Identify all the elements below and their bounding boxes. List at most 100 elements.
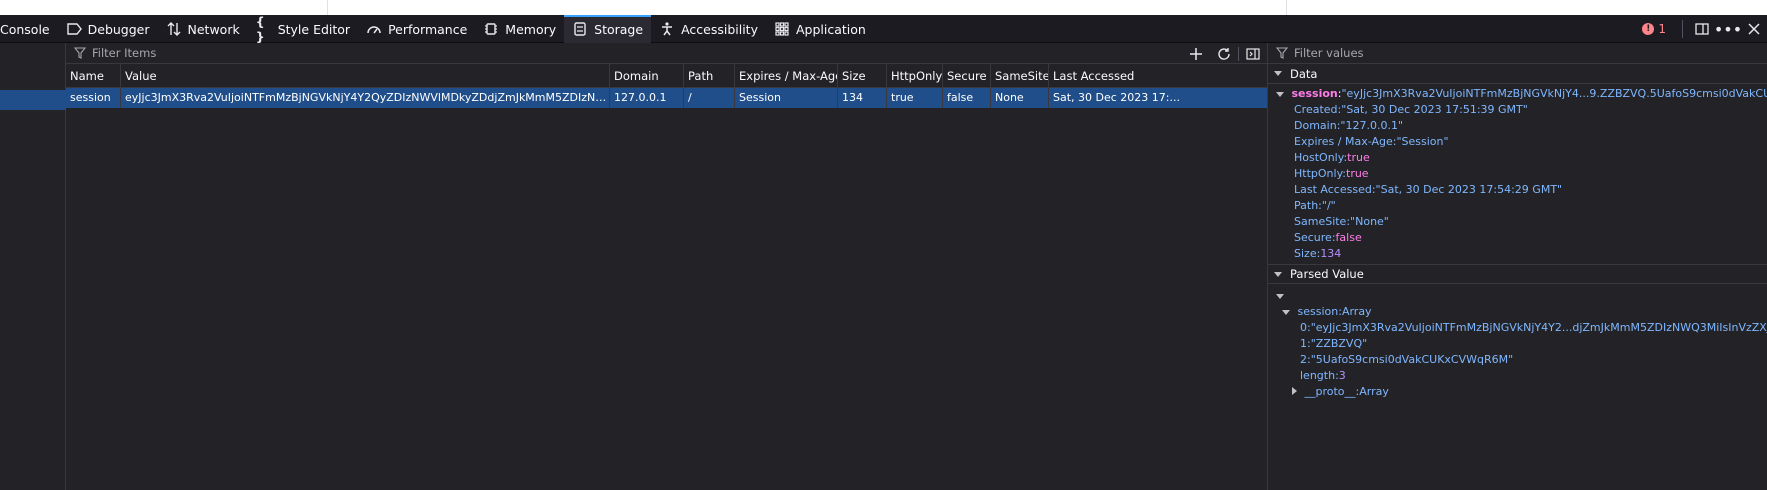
chevron-down-icon: [1276, 294, 1284, 299]
proto-value: Array: [1359, 385, 1389, 398]
item-key: length: [1300, 369, 1336, 382]
error-count: 1: [1658, 22, 1666, 36]
tree-field[interactable]: HttpOnly:true: [1268, 166, 1767, 182]
filter-icon: [74, 47, 88, 59]
item-value: "ZZBZVQ": [1310, 337, 1368, 350]
column-header-last-accessed[interactable]: Last Accessed: [1049, 64, 1267, 88]
parsed-root-node[interactable]: [1268, 288, 1767, 304]
refresh-icon[interactable]: [1210, 43, 1238, 64]
tab-label: Performance: [388, 21, 468, 37]
column-header-name[interactable]: Name: [66, 64, 121, 88]
cell-last-accessed: Sat, 30 Dec 2023 17:...: [1053, 91, 1180, 104]
parsed-value-section-header[interactable]: Parsed Value: [1268, 264, 1767, 284]
tab-console[interactable]: Console: [0, 15, 58, 43]
values-filter-bar: Filter values: [1268, 43, 1767, 64]
cell-size: 134: [838, 88, 887, 108]
field-value: "Session": [1396, 135, 1449, 148]
field-key: Expires / Max-Age: [1294, 135, 1393, 148]
table-actions: [1182, 43, 1267, 64]
tab-memory[interactable]: Memory: [475, 15, 564, 43]
proto-key: __proto__: [1304, 385, 1356, 398]
parsed-value-section-title: Parsed Value: [1290, 267, 1364, 281]
tab-network[interactable]: Network: [158, 15, 248, 43]
item-value: 3: [1338, 369, 1346, 382]
tab-debugger[interactable]: Debugger: [58, 15, 158, 43]
tree-field[interactable]: Secure:false: [1268, 230, 1767, 246]
filter-items-input[interactable]: Filter Items: [92, 46, 156, 60]
cell-name: session: [66, 88, 121, 108]
tab-application[interactable]: Application: [766, 15, 874, 43]
tree-field[interactable]: Expires / Max-Age:"Session": [1268, 134, 1767, 150]
array-item[interactable]: 1:"ZZBZVQ": [1268, 336, 1767, 352]
data-section-title: Data: [1290, 66, 1318, 81]
item-key: 1: [1300, 337, 1307, 350]
array-item[interactable]: length:3: [1268, 368, 1767, 384]
toolbar-right-controls: ! 1 •••: [1632, 15, 1767, 43]
column-header-path[interactable]: Path: [684, 64, 735, 88]
tree-field[interactable]: Size:134: [1268, 246, 1767, 262]
data-tree: session:"eyJjc3JmX3Rva2VuIjoiNTFmMzBjNGV…: [1268, 84, 1767, 262]
table-filter-bar: Filter Items: [66, 43, 1267, 64]
toggle-sidebar-icon[interactable]: [1239, 43, 1267, 64]
column-header-expires[interactable]: Expires / Max-Age: [735, 64, 838, 88]
chevron-down-icon: [1282, 310, 1290, 315]
array-item[interactable]: 0:"eyJjc3JmX3Rva2VuIjoiNTFmMzBjNGVkNjY4Y…: [1268, 320, 1767, 336]
field-key: Created: [1294, 103, 1338, 116]
column-header-samesite[interactable]: SameSite: [991, 64, 1049, 88]
storage-tree-sidebar: [0, 43, 66, 490]
add-item-icon[interactable]: [1182, 43, 1210, 64]
table-row[interactable]: session eyJjc3JmX3Rva2VuIjoiNTFmMzBjNGVk…: [66, 88, 1267, 108]
close-icon[interactable]: [1741, 15, 1767, 43]
debugger-icon: [66, 21, 82, 37]
tree-node-session-array[interactable]: session:Array: [1268, 304, 1767, 320]
details-sidebar: Filter values Data session:"eyJjc3JmX3Rv…: [1267, 43, 1767, 490]
column-header-domain[interactable]: Domain: [610, 64, 684, 88]
tab-storage[interactable]: Storage: [564, 15, 652, 43]
field-value: "/": [1321, 199, 1336, 212]
tree-field[interactable]: Created:"Sat, 30 Dec 2023 17:51:39 GMT": [1268, 102, 1767, 118]
field-value: true: [1346, 167, 1369, 180]
field-key: SameSite: [1294, 215, 1347, 228]
item-value: "5UafoS9cmsi0dVakCUKxCVWqR6M": [1310, 353, 1514, 366]
column-header-secure[interactable]: Secure: [943, 64, 991, 88]
tab-label: Debugger: [87, 21, 150, 37]
tree-field[interactable]: Last Accessed:"Sat, 30 Dec 2023 17:54:29…: [1268, 182, 1767, 198]
more-options-icon[interactable]: •••: [1714, 15, 1742, 43]
tree-key: session: [1291, 87, 1338, 100]
tree-field[interactable]: HostOnly:true: [1268, 150, 1767, 166]
tab-style-editor[interactable]: { } Style Editor: [248, 14, 358, 44]
tree-field[interactable]: SameSite:"None": [1268, 214, 1767, 230]
column-header-httponly[interactable]: HttpOnly: [887, 64, 943, 88]
field-key: Last Accessed: [1294, 183, 1372, 196]
tree-field[interactable]: Path:"/": [1268, 198, 1767, 214]
accessibility-icon: [659, 21, 675, 37]
column-header-value[interactable]: Value: [121, 64, 610, 88]
cell-value: eyJjc3JmX3Rva2VuIjoiNTFmMzBjNGVkNjY4Y2Qy…: [121, 88, 610, 108]
tab-label: Network: [187, 21, 240, 37]
filter-values-input[interactable]: Filter values: [1294, 46, 1364, 60]
storage-tree-selected-item[interactable]: [0, 90, 66, 110]
tab-label: Storage: [594, 21, 644, 37]
chevron-down-icon: [1274, 71, 1282, 76]
array-item[interactable]: 2:"5UafoS9cmsi0dVakCUKxCVWqR6M": [1268, 352, 1767, 368]
proto-node[interactable]: __proto__:Array: [1268, 384, 1767, 400]
performance-icon: [366, 21, 382, 37]
column-header-size[interactable]: Size: [838, 64, 887, 88]
chevron-down-icon: [1276, 92, 1284, 97]
field-value: "Sat, 30 Dec 2023 17:51:39 GMT": [1341, 103, 1528, 116]
dock-toggle-icon[interactable]: [1689, 15, 1715, 43]
tab-performance[interactable]: Performance: [358, 15, 475, 43]
data-section-header[interactable]: Data: [1268, 64, 1767, 84]
tab-accessibility[interactable]: Accessibility: [651, 15, 766, 43]
field-key: HostOnly: [1294, 151, 1344, 164]
tree-node-session[interactable]: session:"eyJjc3JmX3Rva2VuIjoiNTFmMzBjNGV…: [1268, 86, 1767, 102]
item-key: 2: [1300, 353, 1307, 366]
page-content-area: [327, 0, 1287, 15]
error-count-badge[interactable]: ! 1: [1632, 22, 1676, 36]
tab-label: Style Editor: [277, 21, 351, 37]
tab-label: Console: [0, 21, 50, 37]
tree-field[interactable]: Domain:"127.0.0.1": [1268, 118, 1767, 134]
parsed-tree: session:Array 0:"eyJjc3JmX3Rva2VuIjoiNTF…: [1268, 284, 1767, 400]
storage-icon: [572, 21, 588, 37]
cell-domain: 127.0.0.1: [610, 88, 684, 108]
